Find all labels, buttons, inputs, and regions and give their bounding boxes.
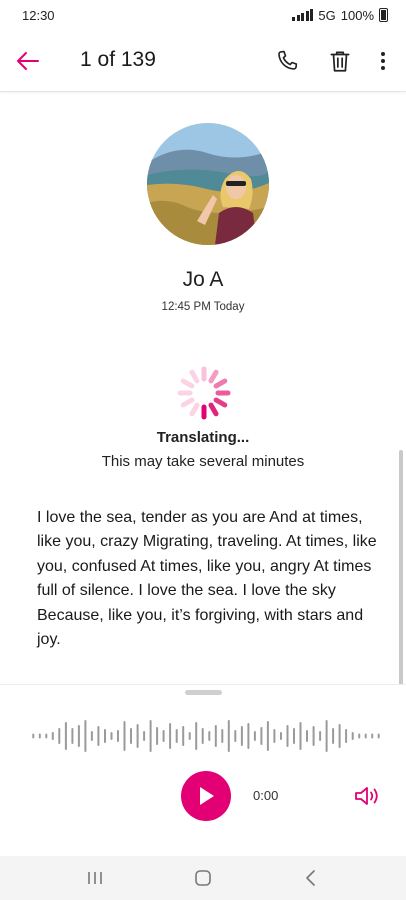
- chevron-left-icon: [306, 870, 315, 886]
- delete-button[interactable]: [325, 46, 355, 76]
- play-button[interactable]: [181, 771, 231, 821]
- playback-time: 0:00: [253, 788, 279, 803]
- translating-title: Translating...: [156, 429, 250, 446]
- status-time: 12:30: [22, 7, 55, 23]
- loading-spinner-icon: [177, 366, 231, 420]
- home-icon: [195, 870, 211, 886]
- scrollbar[interactable]: [399, 450, 403, 720]
- system-back-button[interactable]: [297, 866, 325, 890]
- status-bar: 12:30 5G 100%: [0, 0, 406, 30]
- speaker-icon: [355, 787, 378, 805]
- drag-handle[interactable]: [185, 690, 222, 695]
- call-button[interactable]: [272, 46, 302, 76]
- recents-icon: [88, 872, 102, 884]
- contact-avatar: [147, 123, 269, 245]
- more-vertical-icon: [381, 52, 385, 70]
- message-counter: 1 of 139: [80, 48, 156, 71]
- recents-button[interactable]: [81, 866, 109, 890]
- play-icon: [200, 787, 214, 805]
- audio-waveform[interactable]: [30, 712, 382, 760]
- battery-icon: [379, 8, 388, 22]
- audio-player-panel: [0, 684, 406, 856]
- status-indicators: 5G 100%: [292, 8, 388, 23]
- speaker-button[interactable]: [353, 784, 381, 808]
- transcript-text: I love the sea, tender as you are And at…: [37, 509, 377, 649]
- trash-icon: [330, 51, 350, 72]
- message-timestamp: 12:45 PM Today: [161, 301, 245, 313]
- phone-icon: [278, 50, 298, 70]
- home-button[interactable]: [189, 866, 217, 890]
- network-type: 5G: [318, 7, 336, 23]
- app-bar: 1 of 139: [0, 30, 406, 92]
- battery-level: 100%: [340, 7, 374, 23]
- system-navigation-bar: [0, 856, 406, 900]
- back-button[interactable]: [14, 47, 42, 75]
- contact-name: Jo A: [182, 268, 224, 291]
- arrow-left-icon: [17, 52, 39, 70]
- translating-subtitle: This may take several minutes: [101, 453, 305, 470]
- more-options-button[interactable]: [368, 46, 398, 76]
- signal-icon: [292, 9, 314, 21]
